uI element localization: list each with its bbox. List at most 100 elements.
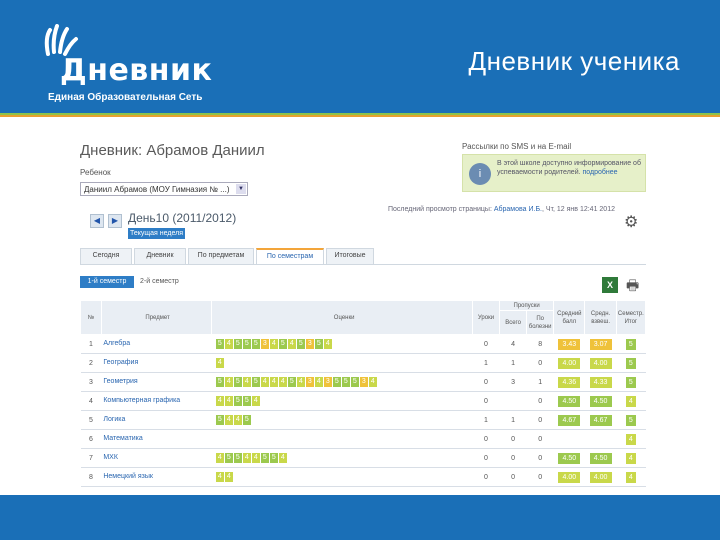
- lessons-count: 0: [526, 353, 554, 373]
- weighted-value: 4.50: [589, 452, 612, 464]
- grade-mark[interactable]: 5: [215, 415, 224, 425]
- subject-link[interactable]: Компьютерная графика: [101, 391, 212, 411]
- tab-4[interactable]: По семестрам: [256, 248, 324, 264]
- grade-mark[interactable]: 4: [224, 377, 233, 387]
- grade-mark[interactable]: 5: [296, 339, 305, 349]
- absences-illness: 0: [499, 429, 527, 449]
- grade-mark[interactable]: 4: [323, 339, 332, 349]
- grade-mark[interactable]: 4: [215, 453, 224, 463]
- grade-mark[interactable]: 5: [233, 396, 242, 406]
- average-value: 4.00: [558, 357, 581, 369]
- info-more-link[interactable]: подробнее: [583, 169, 618, 176]
- grade-mark[interactable]: 5: [242, 396, 251, 406]
- subject-link[interactable]: Немецкий язык: [101, 467, 212, 487]
- grade-mark[interactable]: 4: [251, 453, 260, 463]
- chevron-down-icon[interactable]: ▼: [236, 184, 246, 194]
- tab-2[interactable]: Дневник: [134, 248, 186, 264]
- subject-link[interactable]: Алгебра: [101, 334, 212, 354]
- grade-mark[interactable]: 4: [269, 377, 278, 387]
- grade-mark[interactable]: 4: [269, 339, 278, 349]
- grade-mark[interactable]: 4: [251, 396, 260, 406]
- grade-mark[interactable]: 5: [224, 453, 233, 463]
- excel-export-icon[interactable]: X: [602, 277, 618, 293]
- grade-mark[interactable]: 5: [251, 377, 260, 387]
- grade-mark[interactable]: 4: [215, 472, 224, 482]
- grade-mark[interactable]: 5: [233, 377, 242, 387]
- grade-mark[interactable]: 4: [278, 377, 287, 387]
- lessons-count: 0: [526, 429, 554, 449]
- final-cell: 5: [616, 353, 646, 373]
- col-total: Всего: [499, 310, 528, 335]
- subject-link[interactable]: Геометрия: [101, 372, 212, 392]
- average-value: 4.50: [558, 395, 581, 407]
- last-view-user-link[interactable]: Абрамова И.Б.: [494, 206, 542, 213]
- absences-total: 0: [472, 391, 500, 411]
- grade-mark[interactable]: 4: [215, 396, 224, 406]
- grade-mark[interactable]: 5: [242, 415, 251, 425]
- semester-1-button[interactable]: 1-й семестр: [80, 276, 134, 288]
- grade-mark[interactable]: 4: [296, 377, 305, 387]
- final-grade: 4: [625, 471, 636, 483]
- grade-mark[interactable]: 5: [260, 453, 269, 463]
- grade-mark[interactable]: 5: [251, 339, 260, 349]
- grade-mark[interactable]: 5: [341, 377, 350, 387]
- prev-period-button[interactable]: ◀: [90, 214, 104, 228]
- grade-mark[interactable]: 3: [305, 339, 314, 349]
- tab-3[interactable]: По предметам: [188, 248, 254, 264]
- grade-mark[interactable]: 4: [215, 358, 224, 368]
- tab-5[interactable]: Итоговые: [326, 248, 374, 264]
- gear-icon[interactable]: ⚙: [624, 214, 642, 232]
- tab-1[interactable]: Сегодня: [80, 248, 132, 264]
- grade-mark[interactable]: 3: [260, 339, 269, 349]
- grade-mark[interactable]: 5: [233, 453, 242, 463]
- final-grade: 5: [625, 357, 636, 369]
- diary-screenshot: Дневник: Абрамов Даниил Ребенок Даниил А…: [72, 124, 652, 494]
- dnevnik-logo[interactable]: Дневник Единая Образовательная Сеть: [38, 20, 212, 103]
- grade-mark[interactable]: 5: [233, 339, 242, 349]
- grade-mark[interactable]: 4: [287, 339, 296, 349]
- grade-mark[interactable]: 4: [260, 377, 269, 387]
- final-cell: 4: [616, 391, 646, 411]
- grade-mark[interactable]: 4: [242, 377, 251, 387]
- grade-mark[interactable]: 4: [368, 377, 377, 387]
- grade-mark[interactable]: 4: [233, 415, 242, 425]
- subject-link[interactable]: Математика: [101, 429, 212, 449]
- grade-mark[interactable]: 5: [350, 377, 359, 387]
- grade-mark[interactable]: 5: [242, 339, 251, 349]
- table-row: 4 Компьютерная графика 4 4 5 5 4 0 0 4.50 4.50 4: [80, 391, 646, 411]
- subject-link[interactable]: МХК: [101, 448, 212, 468]
- grade-mark[interactable]: 5: [215, 339, 224, 349]
- current-week-button[interactable]: Текущая неделя: [128, 228, 185, 239]
- absences-illness: [499, 391, 527, 411]
- grade-mark[interactable]: 5: [332, 377, 341, 387]
- row-number: 5: [80, 410, 102, 430]
- subject-link[interactable]: География: [101, 353, 212, 373]
- semester-2-button[interactable]: 2-й семестр: [140, 276, 200, 288]
- grade-mark[interactable]: 4: [224, 472, 233, 482]
- grade-mark[interactable]: 4: [224, 415, 233, 425]
- sms-subscription-link[interactable]: Рассылки по SMS и на E-mail: [462, 142, 571, 151]
- grade-mark[interactable]: 5: [269, 453, 278, 463]
- pupil-select[interactable]: Даниил Абрамов (МОУ Гимназия № ...) ▼: [80, 182, 248, 196]
- grade-mark[interactable]: 4: [314, 377, 323, 387]
- final-cell: 4: [616, 467, 646, 487]
- grade-mark[interactable]: 5: [278, 339, 287, 349]
- grade-mark[interactable]: 3: [305, 377, 314, 387]
- grade-mark[interactable]: 5: [314, 339, 323, 349]
- absences-illness: 1: [499, 353, 527, 373]
- next-period-button[interactable]: ▶: [108, 214, 122, 228]
- col-weighted: Средн. взвеш.: [584, 300, 617, 335]
- absences-illness: 3: [499, 372, 527, 392]
- grade-mark[interactable]: 3: [359, 377, 368, 387]
- print-icon[interactable]: 🖶: [626, 277, 644, 293]
- grade-mark[interactable]: 4: [242, 453, 251, 463]
- grade-mark[interactable]: 4: [278, 453, 287, 463]
- info-notice: i В этой школе доступно информирование о…: [462, 154, 646, 192]
- grade-mark[interactable]: 3: [323, 377, 332, 387]
- row-number: 7: [80, 448, 102, 468]
- grade-mark[interactable]: 5: [287, 377, 296, 387]
- subject-link[interactable]: Логика: [101, 410, 212, 430]
- grade-mark[interactable]: 4: [224, 339, 233, 349]
- grade-mark[interactable]: 5: [215, 377, 224, 387]
- grade-mark[interactable]: 4: [224, 396, 233, 406]
